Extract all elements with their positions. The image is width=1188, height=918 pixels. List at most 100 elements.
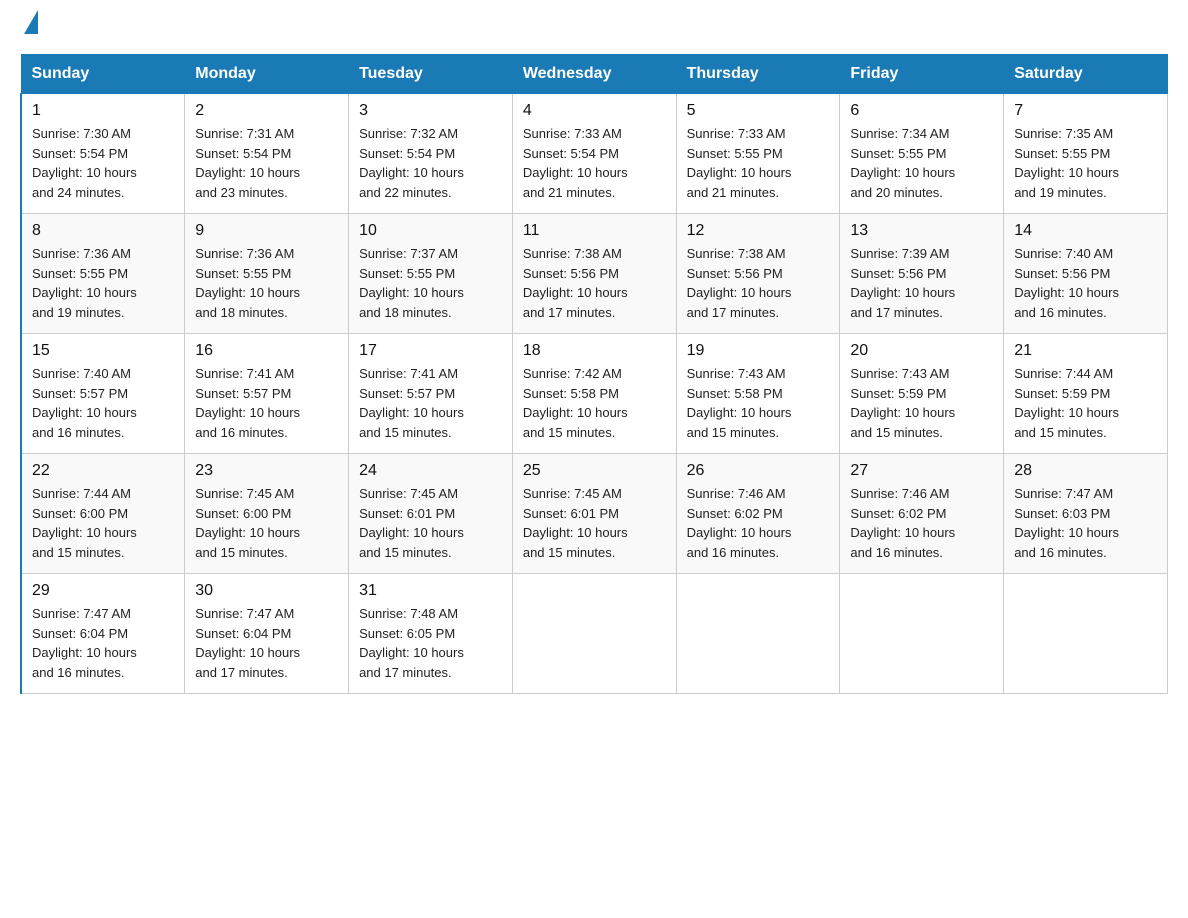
calendar-cell: 25 Sunrise: 7:45 AMSunset: 6:01 PMDaylig… <box>512 454 676 574</box>
day-info: Sunrise: 7:41 AMSunset: 5:57 PMDaylight:… <box>195 366 300 440</box>
day-info: Sunrise: 7:46 AMSunset: 6:02 PMDaylight:… <box>687 486 792 560</box>
day-number: 26 <box>687 462 830 480</box>
day-number: 29 <box>32 582 174 600</box>
day-info: Sunrise: 7:42 AMSunset: 5:58 PMDaylight:… <box>523 366 628 440</box>
day-number: 15 <box>32 342 174 360</box>
calendar-cell: 7 Sunrise: 7:35 AMSunset: 5:55 PMDayligh… <box>1004 94 1168 214</box>
day-number: 19 <box>687 342 830 360</box>
day-number: 17 <box>359 342 502 360</box>
calendar-cell: 5 Sunrise: 7:33 AMSunset: 5:55 PMDayligh… <box>676 94 840 214</box>
calendar-cell: 28 Sunrise: 7:47 AMSunset: 6:03 PMDaylig… <box>1004 454 1168 574</box>
calendar-table: SundayMondayTuesdayWednesdayThursdayFrid… <box>20 54 1168 694</box>
week-row-1: 1 Sunrise: 7:30 AMSunset: 5:54 PMDayligh… <box>21 94 1168 214</box>
day-info: Sunrise: 7:37 AMSunset: 5:55 PMDaylight:… <box>359 246 464 320</box>
day-info: Sunrise: 7:32 AMSunset: 5:54 PMDaylight:… <box>359 126 464 200</box>
day-number: 8 <box>32 222 174 240</box>
calendar-cell: 4 Sunrise: 7:33 AMSunset: 5:54 PMDayligh… <box>512 94 676 214</box>
calendar-cell: 6 Sunrise: 7:34 AMSunset: 5:55 PMDayligh… <box>840 94 1004 214</box>
calendar-cell: 24 Sunrise: 7:45 AMSunset: 6:01 PMDaylig… <box>349 454 513 574</box>
day-info: Sunrise: 7:43 AMSunset: 5:59 PMDaylight:… <box>850 366 955 440</box>
calendar-cell <box>676 574 840 694</box>
header-tuesday: Tuesday <box>349 55 513 94</box>
day-number: 30 <box>195 582 338 600</box>
day-number: 12 <box>687 222 830 240</box>
day-number: 25 <box>523 462 666 480</box>
day-info: Sunrise: 7:36 AMSunset: 5:55 PMDaylight:… <box>195 246 300 320</box>
week-row-4: 22 Sunrise: 7:44 AMSunset: 6:00 PMDaylig… <box>21 454 1168 574</box>
calendar-cell: 30 Sunrise: 7:47 AMSunset: 6:04 PMDaylig… <box>185 574 349 694</box>
calendar-cell: 27 Sunrise: 7:46 AMSunset: 6:02 PMDaylig… <box>840 454 1004 574</box>
calendar-cell: 19 Sunrise: 7:43 AMSunset: 5:58 PMDaylig… <box>676 334 840 454</box>
day-number: 23 <box>195 462 338 480</box>
day-number: 7 <box>1014 102 1157 120</box>
day-number: 22 <box>32 462 174 480</box>
calendar-cell: 29 Sunrise: 7:47 AMSunset: 6:04 PMDaylig… <box>21 574 185 694</box>
header-monday: Monday <box>185 55 349 94</box>
day-info: Sunrise: 7:36 AMSunset: 5:55 PMDaylight:… <box>32 246 137 320</box>
day-info: Sunrise: 7:30 AMSunset: 5:54 PMDaylight:… <box>32 126 137 200</box>
day-number: 16 <box>195 342 338 360</box>
day-info: Sunrise: 7:43 AMSunset: 5:58 PMDaylight:… <box>687 366 792 440</box>
calendar-cell <box>512 574 676 694</box>
calendar-header: SundayMondayTuesdayWednesdayThursdayFrid… <box>21 55 1168 94</box>
day-info: Sunrise: 7:47 AMSunset: 6:03 PMDaylight:… <box>1014 486 1119 560</box>
logo <box>20 20 38 34</box>
header-friday: Friday <box>840 55 1004 94</box>
day-info: Sunrise: 7:33 AMSunset: 5:54 PMDaylight:… <box>523 126 628 200</box>
calendar-cell: 22 Sunrise: 7:44 AMSunset: 6:00 PMDaylig… <box>21 454 185 574</box>
week-row-5: 29 Sunrise: 7:47 AMSunset: 6:04 PMDaylig… <box>21 574 1168 694</box>
day-info: Sunrise: 7:47 AMSunset: 6:04 PMDaylight:… <box>32 606 137 680</box>
calendar-cell: 31 Sunrise: 7:48 AMSunset: 6:05 PMDaylig… <box>349 574 513 694</box>
day-number: 4 <box>523 102 666 120</box>
day-info: Sunrise: 7:31 AMSunset: 5:54 PMDaylight:… <box>195 126 300 200</box>
day-number: 27 <box>850 462 993 480</box>
day-info: Sunrise: 7:33 AMSunset: 5:55 PMDaylight:… <box>687 126 792 200</box>
calendar-cell: 23 Sunrise: 7:45 AMSunset: 6:00 PMDaylig… <box>185 454 349 574</box>
header-wednesday: Wednesday <box>512 55 676 94</box>
header-sunday: Sunday <box>21 55 185 94</box>
logo-triangle-icon <box>24 10 38 34</box>
calendar-cell: 15 Sunrise: 7:40 AMSunset: 5:57 PMDaylig… <box>21 334 185 454</box>
day-number: 14 <box>1014 222 1157 240</box>
day-number: 20 <box>850 342 993 360</box>
day-info: Sunrise: 7:45 AMSunset: 6:00 PMDaylight:… <box>195 486 300 560</box>
calendar-cell: 8 Sunrise: 7:36 AMSunset: 5:55 PMDayligh… <box>21 214 185 334</box>
calendar-cell: 1 Sunrise: 7:30 AMSunset: 5:54 PMDayligh… <box>21 94 185 214</box>
day-number: 11 <box>523 222 666 240</box>
day-info: Sunrise: 7:39 AMSunset: 5:56 PMDaylight:… <box>850 246 955 320</box>
calendar-cell: 20 Sunrise: 7:43 AMSunset: 5:59 PMDaylig… <box>840 334 1004 454</box>
day-info: Sunrise: 7:45 AMSunset: 6:01 PMDaylight:… <box>359 486 464 560</box>
calendar-cell: 21 Sunrise: 7:44 AMSunset: 5:59 PMDaylig… <box>1004 334 1168 454</box>
day-number: 21 <box>1014 342 1157 360</box>
week-row-3: 15 Sunrise: 7:40 AMSunset: 5:57 PMDaylig… <box>21 334 1168 454</box>
day-info: Sunrise: 7:44 AMSunset: 5:59 PMDaylight:… <box>1014 366 1119 440</box>
calendar-cell <box>840 574 1004 694</box>
calendar-cell: 3 Sunrise: 7:32 AMSunset: 5:54 PMDayligh… <box>349 94 513 214</box>
calendar-cell: 13 Sunrise: 7:39 AMSunset: 5:56 PMDaylig… <box>840 214 1004 334</box>
calendar-cell: 18 Sunrise: 7:42 AMSunset: 5:58 PMDaylig… <box>512 334 676 454</box>
calendar-cell: 26 Sunrise: 7:46 AMSunset: 6:02 PMDaylig… <box>676 454 840 574</box>
day-number: 13 <box>850 222 993 240</box>
day-info: Sunrise: 7:38 AMSunset: 5:56 PMDaylight:… <box>687 246 792 320</box>
day-header-row: SundayMondayTuesdayWednesdayThursdayFrid… <box>21 55 1168 94</box>
day-number: 1 <box>32 102 174 120</box>
calendar-cell: 10 Sunrise: 7:37 AMSunset: 5:55 PMDaylig… <box>349 214 513 334</box>
day-number: 5 <box>687 102 830 120</box>
day-number: 10 <box>359 222 502 240</box>
calendar-cell: 12 Sunrise: 7:38 AMSunset: 5:56 PMDaylig… <box>676 214 840 334</box>
header-thursday: Thursday <box>676 55 840 94</box>
calendar-cell: 14 Sunrise: 7:40 AMSunset: 5:56 PMDaylig… <box>1004 214 1168 334</box>
day-number: 24 <box>359 462 502 480</box>
day-info: Sunrise: 7:40 AMSunset: 5:57 PMDaylight:… <box>32 366 137 440</box>
calendar-cell: 9 Sunrise: 7:36 AMSunset: 5:55 PMDayligh… <box>185 214 349 334</box>
day-info: Sunrise: 7:40 AMSunset: 5:56 PMDaylight:… <box>1014 246 1119 320</box>
day-info: Sunrise: 7:34 AMSunset: 5:55 PMDaylight:… <box>850 126 955 200</box>
page-header <box>20 20 1168 34</box>
day-info: Sunrise: 7:41 AMSunset: 5:57 PMDaylight:… <box>359 366 464 440</box>
calendar-cell: 11 Sunrise: 7:38 AMSunset: 5:56 PMDaylig… <box>512 214 676 334</box>
day-number: 2 <box>195 102 338 120</box>
calendar-cell: 2 Sunrise: 7:31 AMSunset: 5:54 PMDayligh… <box>185 94 349 214</box>
day-info: Sunrise: 7:48 AMSunset: 6:05 PMDaylight:… <box>359 606 464 680</box>
day-number: 18 <box>523 342 666 360</box>
day-number: 6 <box>850 102 993 120</box>
